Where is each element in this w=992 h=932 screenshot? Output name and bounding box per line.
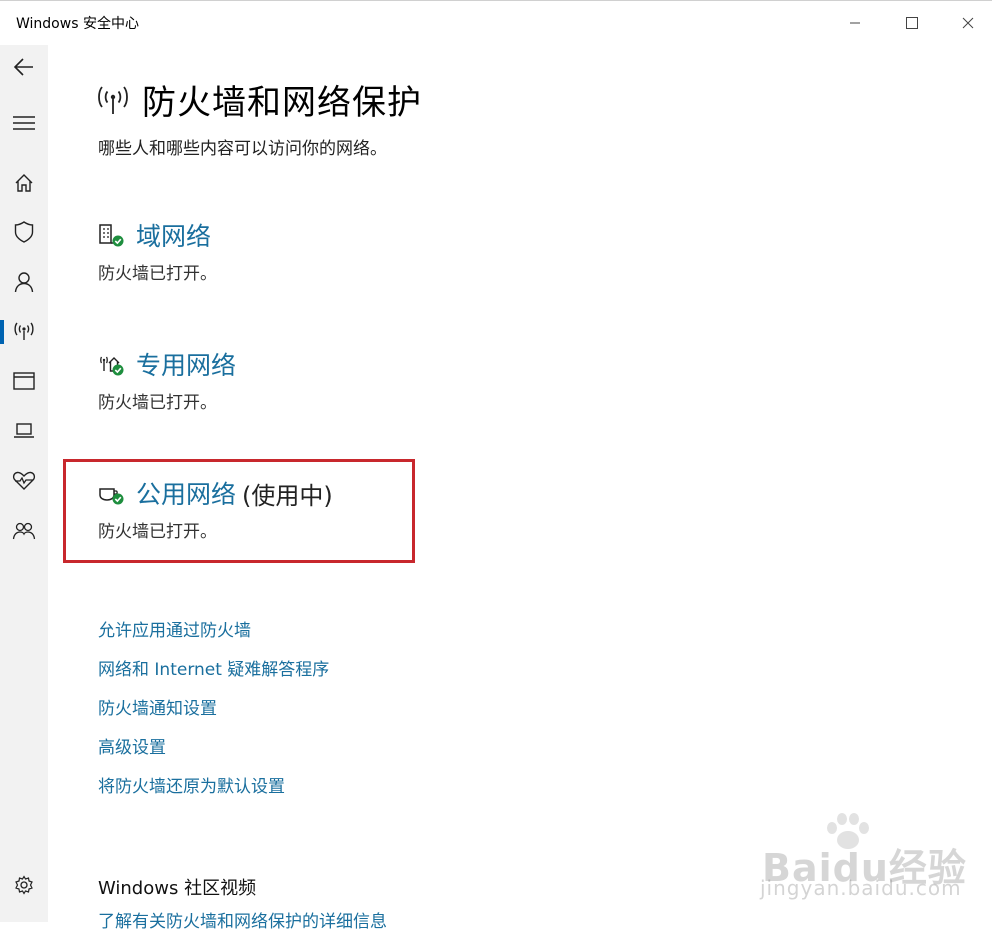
private-network-icon — [100, 356, 124, 376]
network-link-private[interactable]: 专用网络 — [136, 346, 236, 382]
settings-button[interactable] — [0, 863, 48, 907]
wireless-antenna-icon — [98, 85, 128, 114]
link-notification-settings[interactable]: 防火墙通知设置 — [98, 697, 329, 736]
title-bar: Windows 安全中心 — [0, 1, 992, 45]
network-status-public: 防火墙已打开。 — [98, 522, 217, 542]
main-content: 防火墙和网络保护 哪些人和哪些内容可以访问你的网络。 域网络 防火墙已打开。 专… — [48, 45, 992, 932]
firewall-links: 允许应用通过防火墙 网络和 Internet 疑难解答程序 防火墙通知设置 高级… — [98, 619, 329, 814]
menu-button[interactable] — [0, 101, 48, 145]
home-icon — [15, 174, 33, 192]
network-link-domain[interactable]: 域网络 — [136, 217, 211, 253]
minimize-icon — [850, 22, 860, 24]
back-arrow-icon — [13, 58, 33, 76]
maximize-button[interactable] — [884, 1, 940, 45]
sidebar-item-account[interactable] — [0, 260, 48, 304]
minimize-button[interactable] — [827, 1, 883, 45]
page-header: 防火墙和网络保护 — [96, 75, 422, 124]
maximize-icon — [906, 17, 918, 29]
community-learn-more-link[interactable]: 了解有关防火墙和网络保护的详细信息 — [98, 907, 387, 932]
page-title: 防火墙和网络保护 — [142, 83, 422, 123]
sidebar-item-device-health[interactable] — [0, 459, 48, 503]
family-icon — [12, 522, 36, 540]
link-restore-defaults[interactable]: 将防火墙还原为默认设置 — [98, 775, 329, 814]
heart-health-icon — [12, 471, 36, 490]
sidebar — [0, 45, 48, 922]
close-icon — [962, 17, 974, 29]
page-subtitle: 哪些人和哪些内容可以访问你的网络。 — [98, 139, 387, 159]
hamburger-menu-icon — [13, 116, 35, 130]
network-section-public: 公用网络 (使用中) 防火墙已打开。 — [98, 475, 333, 542]
link-allow-app[interactable]: 允许应用通过防火墙 — [98, 619, 329, 658]
community-videos-title: Windows 社区视频 — [98, 878, 257, 899]
window-title: Windows 安全中心 — [16, 16, 139, 32]
gear-icon — [15, 875, 33, 895]
person-icon — [14, 272, 34, 293]
wireless-antenna-icon — [14, 322, 34, 340]
network-section-domain: 域网络 防火墙已打开。 — [98, 217, 217, 284]
watermark-site: jingyan.baidu.com — [760, 876, 962, 900]
network-status-private: 防火墙已打开。 — [98, 393, 217, 413]
sidebar-item-home[interactable] — [0, 161, 48, 205]
sidebar-item-virus-protection[interactable] — [0, 210, 48, 254]
network-link-public[interactable]: 公用网络 — [136, 475, 236, 511]
network-section-private: 专用网络 防火墙已打开。 — [98, 346, 236, 413]
in-use-label: (使用中) — [242, 481, 333, 510]
close-button[interactable] — [940, 1, 992, 45]
laptop-icon — [14, 423, 34, 438]
sidebar-item-device-security[interactable] — [0, 409, 48, 453]
app-browser-icon — [13, 372, 35, 390]
network-status-domain: 防火墙已打开。 — [98, 264, 217, 284]
domain-network-icon — [99, 224, 124, 247]
sidebar-item-app-browser[interactable] — [0, 359, 48, 403]
link-advanced-settings[interactable]: 高级设置 — [98, 736, 329, 775]
sidebar-item-firewall[interactable] — [0, 309, 48, 353]
link-troubleshooter[interactable]: 网络和 Internet 疑难解答程序 — [98, 658, 329, 697]
shield-icon — [14, 221, 34, 243]
public-network-icon — [99, 488, 124, 505]
back-button[interactable] — [0, 45, 48, 89]
sidebar-item-family[interactable] — [0, 509, 48, 553]
